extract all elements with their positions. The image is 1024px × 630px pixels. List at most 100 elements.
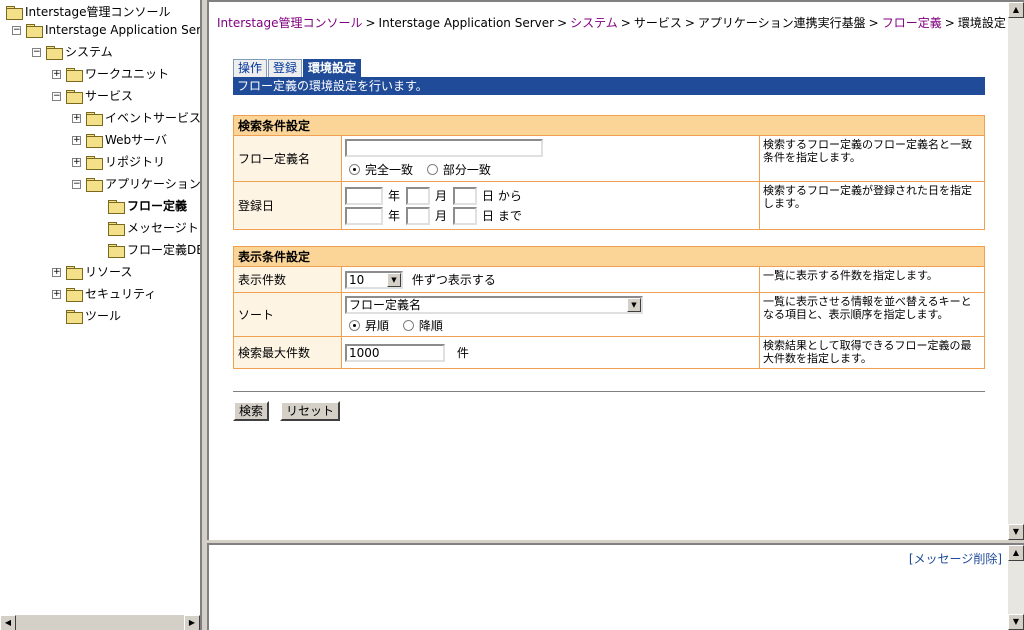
form-divider	[233, 391, 985, 393]
breadcrumb-link-system[interactable]: システム	[570, 16, 618, 30]
tree-node-message-tracking[interactable]: メッセージトラ	[108, 219, 200, 237]
tab-operation[interactable]: 操作	[233, 59, 268, 77]
scroll-up-icon[interactable]: ▲	[1008, 545, 1024, 561]
tree-node-system[interactable]: − システム	[32, 43, 113, 61]
tab-bar: 操作 登録 環境設定	[233, 59, 362, 77]
tree-node-workunit[interactable]: + ワークユニット	[52, 65, 169, 83]
display-count-select[interactable]: 10 ▼	[345, 270, 403, 289]
tree-node-root[interactable]: Interstage管理コンソール	[6, 3, 170, 21]
folder-icon	[86, 134, 103, 148]
message-vertical-scrollbar[interactable]: ▲ ▼	[1008, 545, 1024, 630]
tree-label: アプリケーション連	[105, 177, 202, 191]
breadcrumb-item-server: Interstage Application Server	[378, 16, 555, 30]
tree-node-resources[interactable]: + リソース	[52, 263, 132, 281]
max-results-unit: 件	[456, 346, 469, 360]
expand-icon[interactable]: +	[52, 289, 61, 299]
tree-node-flow-definition[interactable]: フロー定義	[108, 197, 187, 215]
year-label: 年	[388, 189, 401, 203]
flow-name-input[interactable]	[345, 139, 543, 157]
collapse-icon[interactable]: −	[72, 179, 81, 189]
from-year-input[interactable]	[345, 186, 383, 205]
tree-label: メッセージトラ	[127, 221, 200, 235]
sort-help: 一覧に表示させる情報を並べ替えるキーとなる項目と、表示順序を指定します。	[759, 292, 985, 337]
dropdown-arrow-icon[interactable]: ▼	[627, 297, 641, 312]
sort-asc-radio[interactable]	[349, 319, 360, 331]
folder-icon	[66, 266, 83, 280]
folder-icon	[108, 244, 125, 258]
reg-date-label: 登録日	[233, 181, 342, 230]
display-count-label: 表示件数	[233, 266, 342, 293]
search-button[interactable]: 検索	[233, 401, 270, 421]
flow-name-help: 検索するフロー定義のフロー定義名と一致条件を指定します。	[759, 135, 985, 182]
folder-icon	[66, 68, 83, 82]
collapse-icon[interactable]: −	[12, 25, 21, 35]
scroll-down-icon[interactable]: ▼	[1008, 614, 1024, 630]
expand-icon[interactable]: +	[72, 157, 81, 167]
page-description: フロー定義の環境設定を行います。	[233, 77, 985, 95]
month-label: 月	[435, 209, 448, 223]
tree-node-repository[interactable]: + リポジトリ	[72, 153, 165, 171]
match-exact-radio[interactable]	[349, 164, 360, 175]
folder-icon	[66, 90, 83, 104]
tree-node-security[interactable]: + セキュリティ	[52, 285, 156, 303]
search-conditions-table: 検索条件設定 フロー定義名 完全一致 部分一致 検索するフロー定義のフロー定義名…	[233, 115, 985, 230]
match-partial-radio[interactable]	[426, 164, 438, 175]
folder-icon	[86, 178, 103, 192]
open-folder-icon	[108, 200, 125, 214]
collapse-icon[interactable]: −	[52, 91, 61, 101]
breadcrumb-item-current: 環境設定	[957, 16, 1006, 30]
sort-asc-label: 昇順	[365, 318, 390, 333]
tree-label: ツール	[85, 309, 122, 323]
tree-node-web-server[interactable]: + Webサーバ	[72, 131, 167, 149]
scroll-down-icon[interactable]: ▼	[1008, 524, 1024, 540]
section-title-search: 検索条件設定	[233, 115, 985, 136]
tree-node-event-service[interactable]: + イベントサービス	[72, 109, 200, 127]
sort-desc-radio[interactable]	[402, 319, 414, 331]
flow-name-cell: 完全一致 部分一致	[341, 135, 760, 182]
to-day-input[interactable]	[453, 206, 478, 225]
expand-icon[interactable]: +	[52, 267, 61, 277]
tree-label: Webサーバ	[105, 133, 168, 147]
horizontal-scrollbar[interactable]: ◀ ▶	[0, 614, 200, 630]
breadcrumb-link-flow-definition[interactable]: フロー定義	[882, 16, 942, 30]
clear-messages-link[interactable]: [メッセージ削除]	[909, 550, 1002, 567]
scroll-right-icon[interactable]: ▶	[184, 615, 200, 630]
expand-icon[interactable]: +	[72, 113, 81, 123]
tree-label: リポジトリ	[105, 155, 166, 169]
tab-environment[interactable]: 環境設定	[303, 59, 362, 77]
scroll-left-icon[interactable]: ◀	[0, 615, 16, 630]
vertical-scrollbar[interactable]: ▲ ▼	[1008, 2, 1024, 540]
from-month-input[interactable]	[406, 186, 431, 205]
breadcrumb-link-console[interactable]: Interstage管理コンソール	[217, 16, 362, 30]
folder-icon	[6, 6, 23, 20]
tree-node-tools[interactable]: ツール	[66, 307, 121, 325]
sort-desc-label: 降順	[418, 318, 443, 333]
message-frame: [メッセージ削除] ▲ ▼	[207, 543, 1024, 630]
flow-name-label: フロー定義名	[233, 135, 342, 182]
breadcrumb-item-app-integration: アプリケーション連携実行基盤	[697, 16, 866, 30]
folder-icon	[26, 24, 43, 38]
tree-label: システム	[65, 45, 113, 59]
tree-node-server[interactable]: − Interstage Application Server	[12, 21, 200, 39]
scroll-up-icon[interactable]: ▲	[1008, 2, 1024, 18]
folder-icon	[108, 222, 125, 236]
year-label: 年	[388, 209, 401, 223]
dropdown-arrow-icon[interactable]: ▼	[387, 272, 401, 287]
sort-key-select[interactable]: フロー定義名 ▼	[345, 295, 643, 314]
expand-icon[interactable]: +	[72, 135, 81, 145]
to-year-input[interactable]	[345, 206, 383, 225]
from-day-input[interactable]	[453, 186, 478, 205]
tree-node-app-integration[interactable]: − アプリケーション連	[72, 175, 202, 193]
tree-node-flow-definition-db[interactable]: フロー定義DB	[108, 241, 200, 259]
display-conditions-table: 表示条件設定 表示件数 10 ▼ 件ずつ表示する 一覧に表示する件数を指定します。…	[233, 246, 985, 369]
tree-label: セキュリティ	[85, 287, 157, 301]
folder-icon	[86, 112, 103, 126]
to-month-input[interactable]	[406, 206, 431, 225]
tree-node-services[interactable]: − サービス	[52, 87, 133, 105]
collapse-icon[interactable]: −	[32, 47, 41, 57]
tab-register[interactable]: 登録	[268, 59, 303, 77]
expand-icon[interactable]: +	[52, 69, 61, 79]
max-results-input[interactable]: 1000	[345, 343, 445, 362]
reset-button[interactable]: リセット	[280, 401, 341, 421]
display-count-cell: 10 ▼ 件ずつ表示する	[341, 266, 760, 293]
